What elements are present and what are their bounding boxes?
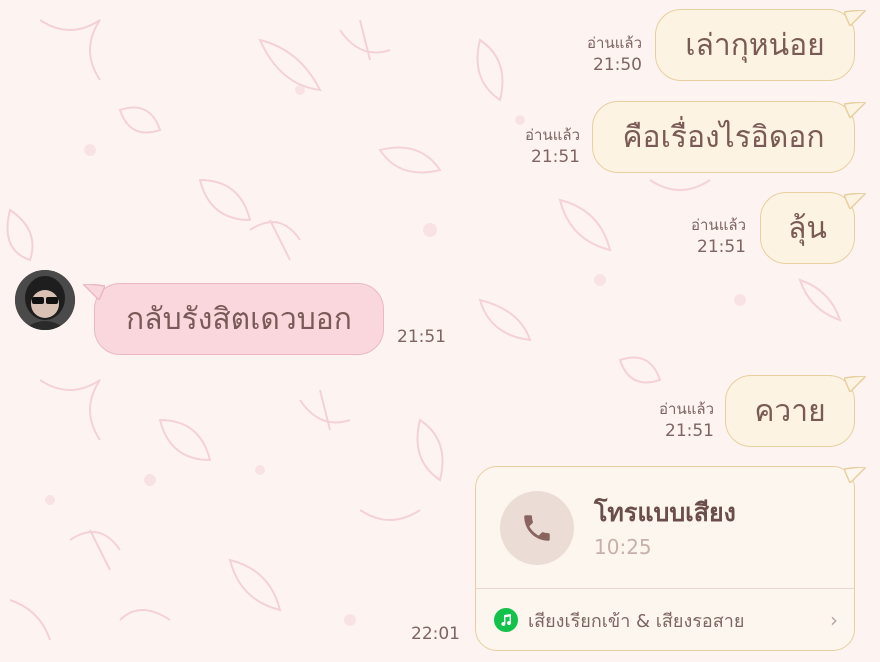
message-text: เล่ากุหน่อย bbox=[685, 27, 825, 63]
message-meta: อ่านแล้ว 21:51 bbox=[500, 124, 580, 168]
ringtone-link[interactable]: เสียงเรียกเข้า & เสียงรอสาย › bbox=[494, 605, 838, 635]
message-bubble-incoming[interactable]: กลับรังสิตเดวบอก bbox=[83, 283, 384, 355]
message-text: ลุ้น bbox=[788, 210, 827, 246]
message-text: คือเรื่องไรอิดอก bbox=[622, 119, 825, 155]
call-icon-circle bbox=[500, 491, 574, 565]
message-time: 21:50 bbox=[593, 55, 642, 75]
message-bubble-outgoing[interactable]: เล่ากุหน่อย bbox=[655, 9, 866, 81]
message-time: 21:51 bbox=[665, 421, 714, 441]
bubble-tail-icon bbox=[844, 102, 866, 118]
message-meta: อ่านแล้ว 21:51 bbox=[634, 398, 714, 442]
bubble-tail-icon bbox=[844, 10, 866, 26]
message-bubble-outgoing[interactable]: คือเรื่องไรอิดอก bbox=[592, 101, 866, 173]
music-note-icon bbox=[494, 608, 518, 632]
message-time: 21:51 bbox=[531, 147, 580, 167]
read-receipt: อ่านแล้ว bbox=[691, 216, 746, 234]
read-receipt: อ่านแล้ว bbox=[587, 34, 642, 52]
message-text: ควาย bbox=[754, 393, 826, 429]
voice-call-card[interactable]: โทรแบบเสียง 10:25 เสียงเรียกเข้า & เสียง… bbox=[475, 466, 866, 651]
phone-icon bbox=[524, 515, 550, 541]
message-text: กลับรังสิตเดวบอก bbox=[126, 301, 352, 337]
message-time: 22:01 bbox=[411, 624, 460, 644]
ringtone-label: เสียงเรียกเข้า & เสียงรอสาย bbox=[528, 610, 745, 632]
call-duration: 10:25 bbox=[594, 535, 652, 559]
bubble-tail-icon bbox=[844, 193, 866, 209]
message-meta: อ่านแล้ว 21:50 bbox=[566, 32, 642, 76]
read-receipt: อ่านแล้ว bbox=[525, 126, 580, 144]
message-meta: อ่านแล้ว 21:51 bbox=[666, 214, 746, 258]
message-time: 21:51 bbox=[397, 327, 446, 347]
avatar[interactable] bbox=[15, 270, 75, 330]
chevron-right-icon: › bbox=[830, 608, 838, 632]
read-receipt: อ่านแล้ว bbox=[659, 400, 714, 418]
bubble-tail-icon bbox=[844, 376, 866, 392]
music-note-glyph bbox=[501, 614, 511, 627]
avatar-image bbox=[15, 270, 75, 330]
bubble-tail-icon bbox=[83, 284, 105, 300]
bubble-tail-icon bbox=[844, 467, 866, 483]
message-bubble-outgoing[interactable]: ควาย bbox=[725, 375, 866, 447]
message-bubble-outgoing[interactable]: ลุ้น bbox=[760, 192, 866, 264]
call-title: โทรแบบเสียง bbox=[594, 498, 736, 527]
divider bbox=[476, 588, 854, 589]
message-time: 21:51 bbox=[697, 237, 746, 257]
